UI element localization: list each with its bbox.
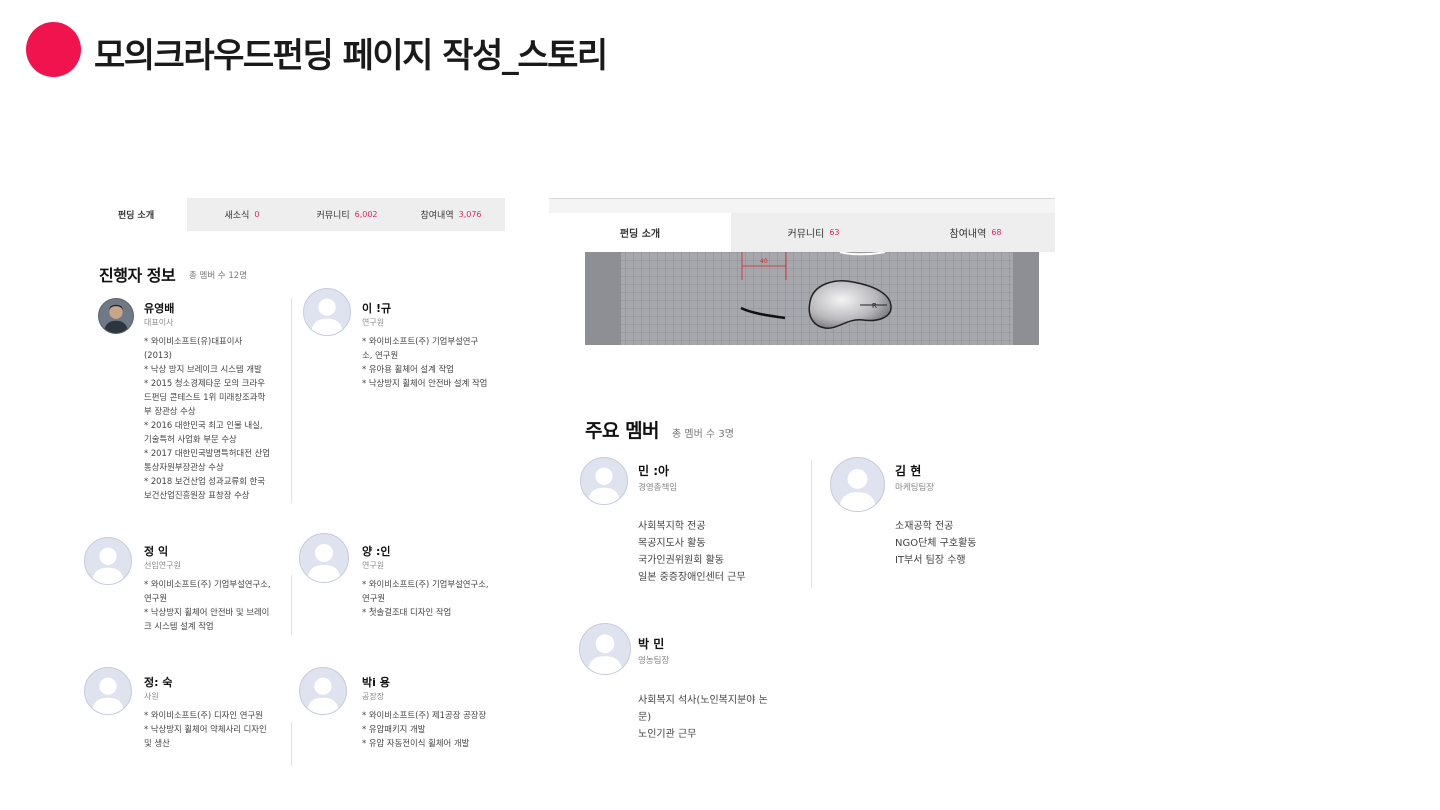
cad-drawing: 40 R [621, 252, 1013, 345]
member-name: 이 !규 [362, 302, 392, 315]
member-role: 사원 [144, 692, 159, 701]
member-desc: * 와이비소프트(주) 기업부설연구소, 연구원 * 유아용 휠체어 설계 작업 *… [362, 336, 488, 388]
left-tab-bar: 펀딩 소개 새소식 0 커뮤니티 6,002 참여내역 3,076 [85, 198, 505, 231]
cad-shape-label: R [872, 302, 877, 310]
member-role: 마케팅팀장 [895, 483, 935, 493]
tab-count: 68 [991, 228, 1002, 237]
member-role: 공장장 [362, 692, 385, 701]
person-photo-icon [99, 299, 133, 333]
right-panel-top-strip [549, 198, 1055, 213]
member-avatar [303, 288, 351, 336]
tab-count: 3,076 [458, 210, 482, 219]
user-placeholder-icon [91, 677, 125, 714]
tab-count: 0 [254, 210, 260, 219]
member-role: 선임연구원 [144, 561, 181, 570]
section-member-count: 총 멤버 수 3명 [672, 429, 734, 440]
divider [291, 298, 292, 503]
cad-dimension-label: 40 [760, 258, 768, 265]
tab-community[interactable]: 커뮤니티 63 [731, 213, 896, 252]
tab-count: 6,002 [354, 210, 378, 219]
member-avatar [830, 457, 885, 512]
tab-participation[interactable]: 참여내역 68 [896, 213, 1055, 252]
section-member-count: 총 멤버 수 12명 [189, 271, 248, 281]
member-name: 박 민 [638, 637, 665, 651]
member-name: 정 익 [144, 545, 169, 558]
member-desc: * 와이비소프트(주) 디자인 연구원 * 낙상방지 휠체어 약체사리 디자인 및… [144, 710, 267, 748]
tab-count: 63 [829, 228, 840, 237]
member-desc: * 와이비소프트(주) 제1공장 공장장 * 유압패키지 개발 * 유압 자동전이식… [362, 710, 487, 748]
member-desc: * 와이비소프트(유)대표이사 (2013) * 낙상 방지 브레이크 시스템 개… [144, 336, 270, 500]
title-bullet-dot [26, 22, 81, 77]
tab-funding-intro[interactable]: 펀딩 소개 [85, 198, 187, 231]
divider [291, 575, 292, 635]
section-title-host-info: 진행자 정보 [99, 266, 176, 285]
user-placeholder-icon [306, 677, 340, 714]
member-avatar [579, 623, 631, 675]
member-name: 박i 용 [362, 676, 390, 689]
tab-participation[interactable]: 참여내역 3,076 [397, 198, 505, 231]
member-avatar [84, 667, 132, 715]
member-avatar [84, 537, 132, 585]
member-desc: 사회복지 석사(노인복지분야 논문) 노인기관 근무 [638, 695, 768, 740]
member-avatar [299, 667, 347, 715]
member-avatar [299, 533, 349, 583]
member-desc: 사회복지학 전공 목공지도사 활동 국가인권위원회 활동 일본 중증장애인센터 근무 [638, 521, 746, 583]
divider [811, 460, 812, 588]
member-role: 대표이사 [144, 318, 174, 327]
member-desc: 소재공학 전공 NGO단체 구호활동 IT부서 팀장 수행 [895, 521, 977, 566]
tab-news[interactable]: 새소식 0 [187, 198, 297, 231]
member-role: 연구원 [362, 318, 385, 327]
member-name: 민 :아 [638, 464, 670, 478]
user-placeholder-icon [587, 634, 623, 674]
member-role: 연구원 [362, 561, 385, 570]
member-desc: * 와이비소프트(주) 기업부설연구소, 연구원 * 낙상방지 휠체어 안전바 및… [144, 579, 271, 631]
tab-funding-intro[interactable]: 펀딩 소개 [549, 213, 731, 252]
member-photo-avatar [98, 298, 134, 334]
right-tab-bar: 펀딩 소개 커뮤니티 63 참여내역 68 [549, 213, 1055, 252]
user-placeholder-icon [838, 469, 877, 511]
user-placeholder-icon [91, 547, 125, 584]
user-placeholder-icon [587, 467, 621, 504]
user-placeholder-icon [307, 544, 341, 582]
member-role: 영농팀장 [638, 656, 670, 666]
member-name: 정: 숙 [144, 676, 173, 689]
section-title-key-members: 주요 멤버 [585, 420, 660, 442]
cad-design-image: 40 R [585, 252, 1039, 345]
tab-community[interactable]: 커뮤니티 6,002 [297, 198, 397, 231]
member-avatar [580, 457, 628, 505]
divider [291, 722, 292, 766]
page-title: 모의크라우드펀딩 페이지 작성_스토리 [94, 36, 608, 76]
member-name: 양 :인 [362, 545, 391, 558]
member-name: 유영배 [144, 302, 175, 315]
user-placeholder-icon [310, 298, 344, 335]
member-role: 경영총책임 [638, 483, 678, 493]
member-desc: * 와이비소프트(주) 기업부설연구소, 연구원 * 첫솔걸조대 디자인 작업 [362, 579, 489, 617]
member-name: 김 현 [895, 464, 922, 478]
